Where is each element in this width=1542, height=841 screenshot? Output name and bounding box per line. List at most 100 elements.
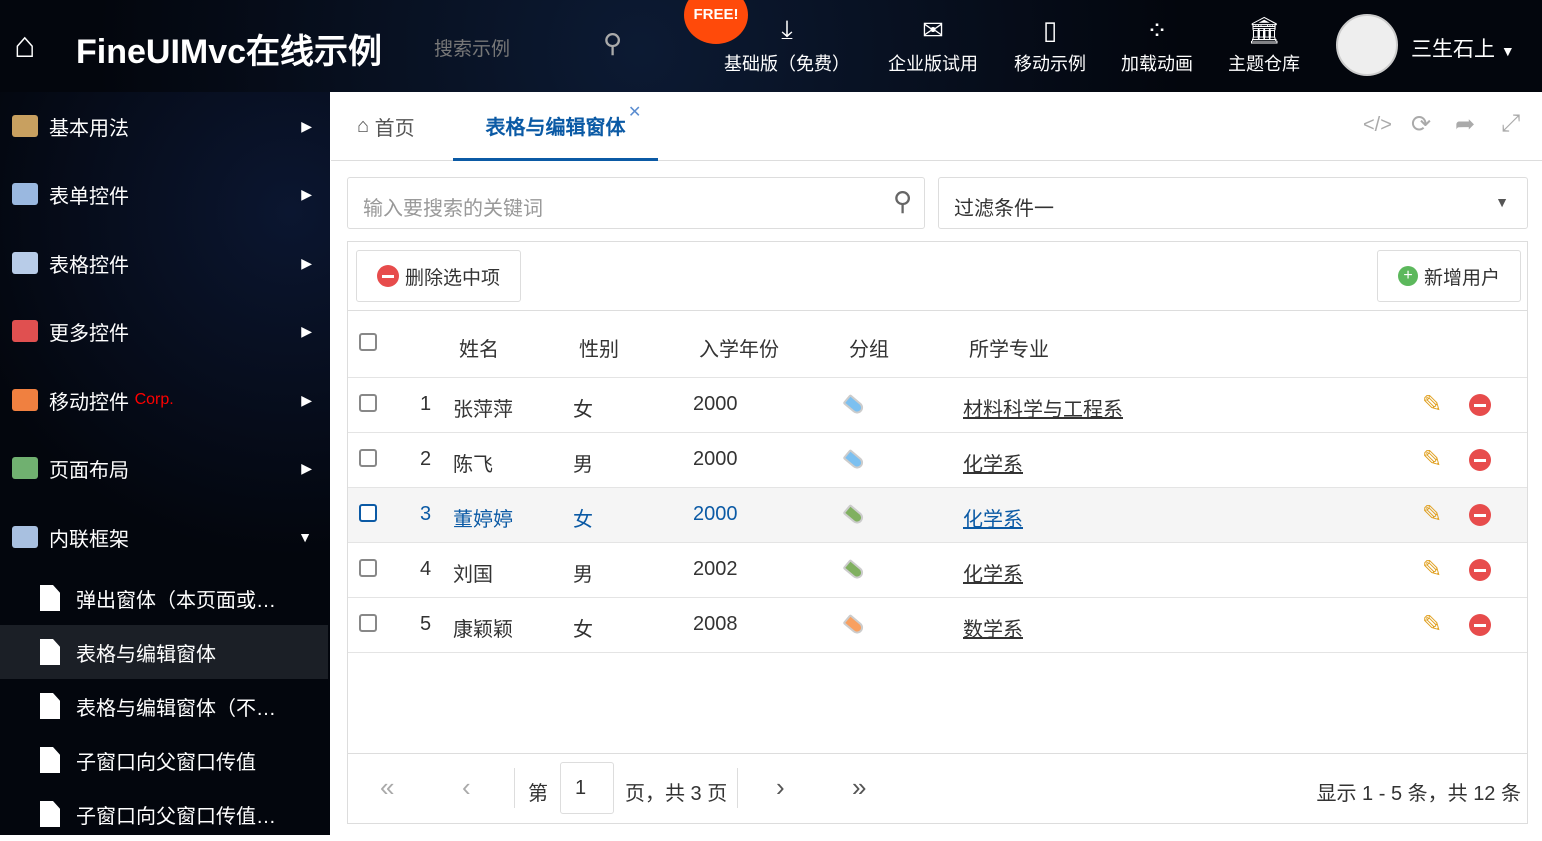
search-icon[interactable]: ⚲ — [603, 28, 622, 59]
tag-icon — [842, 558, 866, 582]
prev-page-icon[interactable]: ‹ — [462, 772, 471, 803]
page-number-input[interactable]: 1 — [560, 762, 614, 814]
keyword-search-input[interactable]: 输入要搜索的关键词 ⚲ — [347, 177, 925, 229]
chevron-right-icon: ▶ — [301, 459, 312, 476]
row-checkbox[interactable] — [359, 449, 377, 467]
next-page-icon[interactable]: › — [776, 772, 785, 803]
sidebar-subitem[interactable]: 子窗口向父窗口传值 — [0, 733, 328, 787]
cell-name: 刘国 — [453, 564, 493, 586]
sidebar-subitem[interactable]: 表格与编辑窗体（不… — [0, 679, 328, 733]
delete-row-icon[interactable] — [1469, 394, 1491, 416]
sidebar-item-basic[interactable]: 基本用法 ▶ — [0, 96, 330, 156]
sidebar-subitem[interactable]: 子窗口向父窗口传值… — [0, 787, 328, 841]
header-search-input[interactable]: 搜索示例 — [434, 34, 510, 61]
delete-row-icon[interactable] — [1469, 449, 1491, 471]
file-icon — [40, 585, 60, 611]
cell-gender: 男 — [573, 454, 593, 476]
sidebar-subitem[interactable]: 弹出窗体（本页面或… — [0, 571, 328, 625]
edit-pencil-icon[interactable]: ✎ — [1422, 610, 1442, 639]
edit-pencil-icon[interactable]: ✎ — [1422, 390, 1442, 419]
grid-toolbar: 删除选中项 + 新增用户 — [348, 242, 1527, 311]
column-header[interactable]: 分组 — [849, 333, 889, 362]
sidebar-subitem-active[interactable]: 表格与编辑窗体 — [0, 625, 328, 679]
column-header[interactable]: 所学专业 — [969, 333, 1049, 362]
tag-icon — [842, 503, 866, 527]
cell-name: 董婷婷 — [453, 509, 513, 531]
close-tab-icon[interactable]: ✕ — [628, 102, 641, 122]
edit-pencil-icon[interactable]: ✎ — [1422, 500, 1442, 529]
table-row[interactable]: 2 陈飞 男 2000 化学系 ✎ — [348, 433, 1527, 488]
tab-home[interactable]: ⌂ 首页 — [357, 92, 415, 161]
cell-year: 2000 — [693, 393, 738, 415]
delete-row-icon[interactable] — [1469, 559, 1491, 581]
nav-themes[interactable]: 🏛 主题仓库 — [1224, 10, 1304, 76]
cell-year: 2000 — [693, 448, 738, 470]
avatar[interactable] — [1336, 14, 1398, 76]
first-page-icon[interactable]: « — [380, 772, 394, 803]
source-code-icon[interactable]: </> — [1363, 114, 1392, 137]
cell-major-link[interactable]: 材料科学与工程系 — [963, 393, 1123, 422]
chevron-right-icon: ▶ — [301, 185, 312, 202]
cell-gender: 女 — [573, 509, 593, 531]
plus-circle-icon: + — [1397, 266, 1418, 286]
add-user-button[interactable]: + 新增用户 — [1376, 250, 1521, 302]
cell-major-link[interactable]: 化学系 — [963, 503, 1023, 532]
edit-pencil-icon[interactable]: ✎ — [1422, 445, 1442, 474]
top-header: ⌂ FineUIMvc在线示例 搜索示例 ⚲ FREE! ⤓ 基础版（免费） ✉ 企… — [0, 0, 1542, 92]
expand-icon[interactable]: ⤢ — [1501, 110, 1520, 138]
search-icon[interactable]: ⚲ — [893, 186, 912, 217]
delete-row-icon[interactable] — [1469, 504, 1491, 526]
column-header[interactable]: 姓名 — [459, 333, 499, 362]
column-header[interactable]: 性别 — [579, 333, 619, 362]
tag-icon — [842, 613, 866, 637]
column-header[interactable]: 入学年份 — [699, 333, 779, 362]
app-title[interactable]: FineUIMvc在线示例 — [76, 24, 382, 73]
home-icon[interactable]: ⌂ — [14, 24, 36, 66]
sidebar-item-grid[interactable]: 表格控件 ▶ — [0, 233, 330, 293]
share-icon[interactable]: ➦ — [1455, 110, 1475, 139]
table-row[interactable]: 3 董婷婷 女 2000 化学系 ✎ — [348, 488, 1527, 543]
sidebar-item-layout[interactable]: 页面布局 ▶ — [0, 438, 330, 498]
sidebar-item-more[interactable]: 更多控件 ▶ — [0, 301, 330, 361]
row-index: 3 — [420, 503, 432, 525]
sidebar-item-iframe[interactable]: 内联框架 ▼ — [0, 507, 330, 567]
cell-gender: 男 — [573, 564, 593, 586]
pager: « ‹ 第 1 页，共 3 页 › » 显示 1 - 5 条，共 12 条 — [348, 753, 1527, 823]
row-checkbox[interactable] — [359, 394, 377, 412]
cell-major-link[interactable]: 化学系 — [963, 558, 1023, 587]
mobile-icon: ▯ — [1042, 14, 1058, 45]
table-row[interactable]: 4 刘国 男 2002 化学系 ✎ — [348, 543, 1527, 598]
house-icon — [12, 115, 38, 137]
tag-icon — [842, 448, 866, 472]
row-checkbox[interactable] — [359, 504, 377, 522]
nav-enterprise[interactable]: ✉ 企业版试用 — [884, 10, 982, 76]
row-checkbox[interactable] — [359, 559, 377, 577]
cell-year: 2008 — [693, 613, 738, 635]
sidebar-item-form[interactable]: 表单控件 ▶ — [0, 164, 330, 224]
envelope-icon: ✉ — [922, 14, 944, 45]
cell-major-link[interactable]: 数学系 — [963, 613, 1023, 642]
row-index: 2 — [420, 448, 432, 470]
cell-name: 康颖颖 — [453, 619, 513, 641]
last-page-icon[interactable]: » — [852, 772, 866, 803]
form-icon — [12, 183, 38, 205]
main-panel: ⌂ 首页 表格与编辑窗体 ✕ </> ⟳ ➦ ⤢ 输入要搜索的关键词 ⚲ 过滤条… — [331, 92, 1542, 835]
user-menu[interactable]: 三生石上 ▼ — [1411, 33, 1515, 63]
nav-loading[interactable]: ⁘ 加载动画 — [1117, 10, 1197, 76]
refresh-icon[interactable]: ⟳ — [1411, 110, 1431, 139]
caret-down-icon: ▼ — [1500, 43, 1515, 59]
sidebar-item-mobile[interactable]: 移动控件 Corp. ▶ — [0, 370, 330, 430]
antenna-icon — [12, 389, 38, 411]
select-all-checkbox[interactable] — [359, 333, 377, 351]
edit-pencil-icon[interactable]: ✎ — [1422, 555, 1442, 584]
nav-basic[interactable]: ⤓ 基础版（免费） — [722, 10, 852, 76]
cell-gender: 女 — [573, 619, 593, 641]
cell-major-link[interactable]: 化学系 — [963, 448, 1023, 477]
row-checkbox[interactable] — [359, 614, 377, 632]
nav-mobile[interactable]: ▯ 移动示例 — [1010, 10, 1090, 76]
delete-row-icon[interactable] — [1469, 614, 1491, 636]
table-row[interactable]: 5 康颖颖 女 2008 数学系 ✎ — [348, 598, 1527, 653]
delete-selected-button[interactable]: 删除选中项 — [356, 250, 522, 302]
filter-select[interactable]: 过滤条件一 ▼ — [938, 177, 1528, 229]
table-row[interactable]: 1 张萍萍 女 2000 材料科学与工程系 ✎ — [348, 378, 1527, 433]
